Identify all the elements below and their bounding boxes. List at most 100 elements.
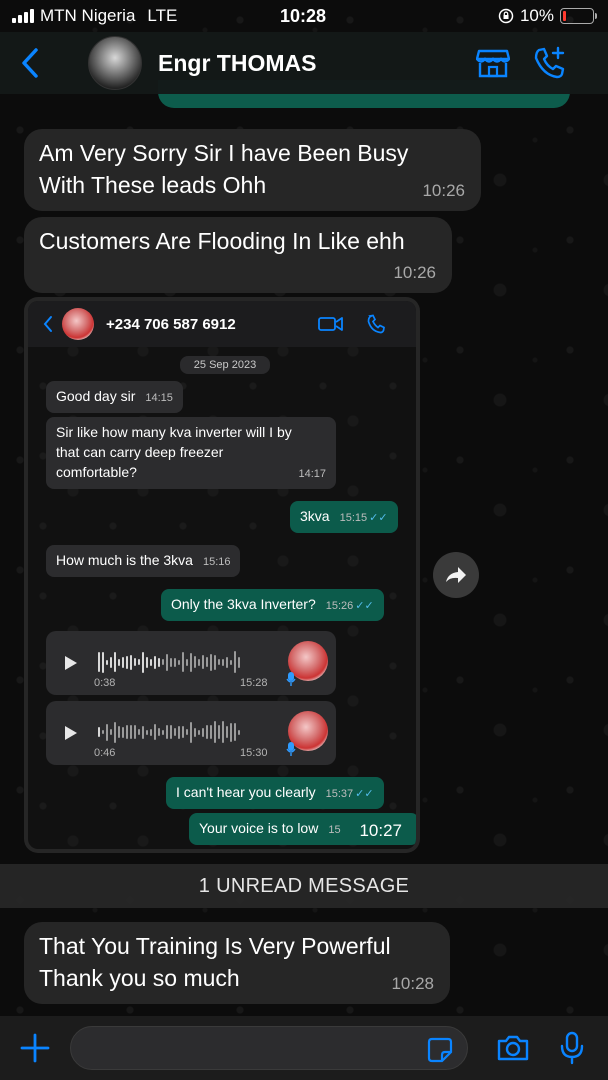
waveform-bar [182, 726, 184, 738]
waveform-bar [158, 657, 160, 667]
embedded-message-text: comfortable? [56, 464, 137, 480]
forward-arrow-icon [446, 567, 466, 583]
message-input[interactable] [70, 1026, 468, 1070]
status-bar: MTN Nigeria LTE 10:28 10% [0, 0, 608, 32]
embedded-message-text: that can carry deep freezer [56, 444, 224, 460]
waveform-bar [162, 659, 164, 665]
embedded-message-time: 14:17 [298, 468, 326, 480]
waveform-bar [186, 729, 188, 735]
waveform-bar [230, 659, 232, 665]
waveform-bar [98, 652, 100, 672]
mic-icon [286, 742, 296, 756]
back-chevron-icon [43, 316, 52, 332]
waveform-bar [234, 651, 236, 673]
back-button[interactable] [0, 47, 60, 79]
incoming-message[interactable]: Am Very Sorry Sir I have Been Busy With … [24, 129, 481, 211]
waveform-bar [102, 730, 104, 734]
waveform-bar [226, 656, 228, 668]
voice-duration: 0:38 [94, 677, 116, 689]
store-icon[interactable] [476, 48, 510, 78]
waveform-bar [230, 722, 232, 742]
add-call-icon[interactable] [532, 46, 566, 80]
attach-button[interactable] [0, 1033, 70, 1063]
waveform-bar [162, 729, 164, 735]
waveform-bar [106, 659, 108, 665]
read-ticks-icon: ✓✓ [355, 600, 374, 612]
waveform-bar [214, 721, 216, 743]
chat-header: Engr THOMAS [0, 32, 608, 94]
contact-name[interactable]: Engr THOMAS [158, 50, 476, 77]
camera-icon[interactable] [496, 1034, 530, 1062]
waveform-bar [118, 726, 120, 738]
sticker-icon[interactable] [427, 1037, 453, 1063]
waveform-bar [206, 725, 208, 739]
orientation-lock-icon [498, 8, 514, 24]
embedded-message: I can't hear you clearly 15:37 ✓✓ [166, 777, 384, 809]
image-message[interactable]: +234 706 587 6912 25 Sep 2023 Good day s… [24, 297, 420, 853]
embedded-message: How much is the 3kva 15:16 [46, 545, 241, 577]
message-time: 10:26 [393, 263, 436, 282]
waveform-bar [158, 728, 160, 736]
waveform-bar [138, 659, 140, 665]
voice-duration: 0:46 [94, 747, 116, 759]
waveform-bar [210, 725, 212, 739]
waveform [98, 721, 240, 743]
embedded-message-time: 15 [328, 824, 341, 836]
waveform-bar [218, 725, 220, 739]
waveform-bar [106, 723, 108, 741]
embedded-message-time: 14:15 [145, 392, 173, 404]
battery-icon [559, 8, 597, 24]
phone-icon [367, 314, 385, 334]
waveform-bar [166, 725, 168, 739]
embedded-message-text: 3kva [300, 508, 330, 524]
waveform-bar [170, 657, 172, 667]
waveform-bar [198, 658, 200, 666]
message-time: 10:27 [359, 821, 402, 840]
battery-percent: 10% [519, 6, 554, 25]
waveform-bar [138, 729, 140, 735]
waveform-bar [214, 654, 216, 670]
embedded-chat-header: +234 706 587 6912 [28, 301, 416, 347]
incoming-message[interactable]: Customers Are Flooding In Like ehh 10:26 [24, 217, 452, 293]
waveform-bar [234, 723, 236, 741]
embedded-message-time: 15:16 [202, 556, 231, 568]
waveform-bar [174, 728, 176, 736]
message-input-bar [0, 1016, 608, 1080]
clock: 10:28 [279, 5, 327, 26]
waveform-bar [114, 721, 116, 743]
waveform-bar [238, 729, 240, 735]
waveform-bar [194, 656, 196, 668]
waveform-bar [134, 658, 136, 666]
waveform [98, 651, 240, 673]
embedded-message: 3kva 15:15 ✓✓ [290, 501, 398, 533]
video-call-icon [318, 317, 343, 331]
forward-button[interactable] [433, 552, 479, 598]
mic-icon [286, 672, 296, 686]
message-text-line: With These leads Ohh [39, 172, 267, 198]
embedded-message-time: 15:15 [339, 512, 368, 524]
signal-icon [12, 9, 34, 23]
waveform-bar [142, 725, 144, 739]
waveform-bar [206, 657, 208, 667]
screenshot-image[interactable]: +234 706 587 6912 25 Sep 2023 Good day s… [28, 301, 416, 849]
waveform-bar [182, 652, 184, 672]
embedded-message-time: 15:37 [325, 788, 354, 800]
microphone-icon[interactable] [560, 1031, 584, 1065]
embedded-message-text: Sir like how many kva inverter will I by [56, 424, 292, 440]
waveform-bar [202, 727, 204, 737]
waveform-bar [226, 726, 228, 738]
waveform-bar [110, 729, 112, 735]
embedded-message-text: Only the 3kva Inverter? [171, 596, 316, 612]
waveform-bar [130, 654, 132, 670]
message-time: 10:28 [391, 974, 434, 993]
waveform-bar [150, 728, 152, 736]
contact-avatar[interactable] [88, 36, 142, 90]
incoming-message[interactable]: That You Training Is Very Powerful Thank… [24, 922, 450, 1004]
back-chevron-icon [22, 48, 38, 78]
waveform-bar [190, 721, 192, 743]
waveform-bar [146, 729, 148, 735]
waveform-bar [222, 658, 224, 666]
embedded-message-text: I can't hear you clearly [176, 784, 316, 800]
plus-icon [20, 1033, 50, 1063]
waveform-bar [178, 725, 180, 739]
